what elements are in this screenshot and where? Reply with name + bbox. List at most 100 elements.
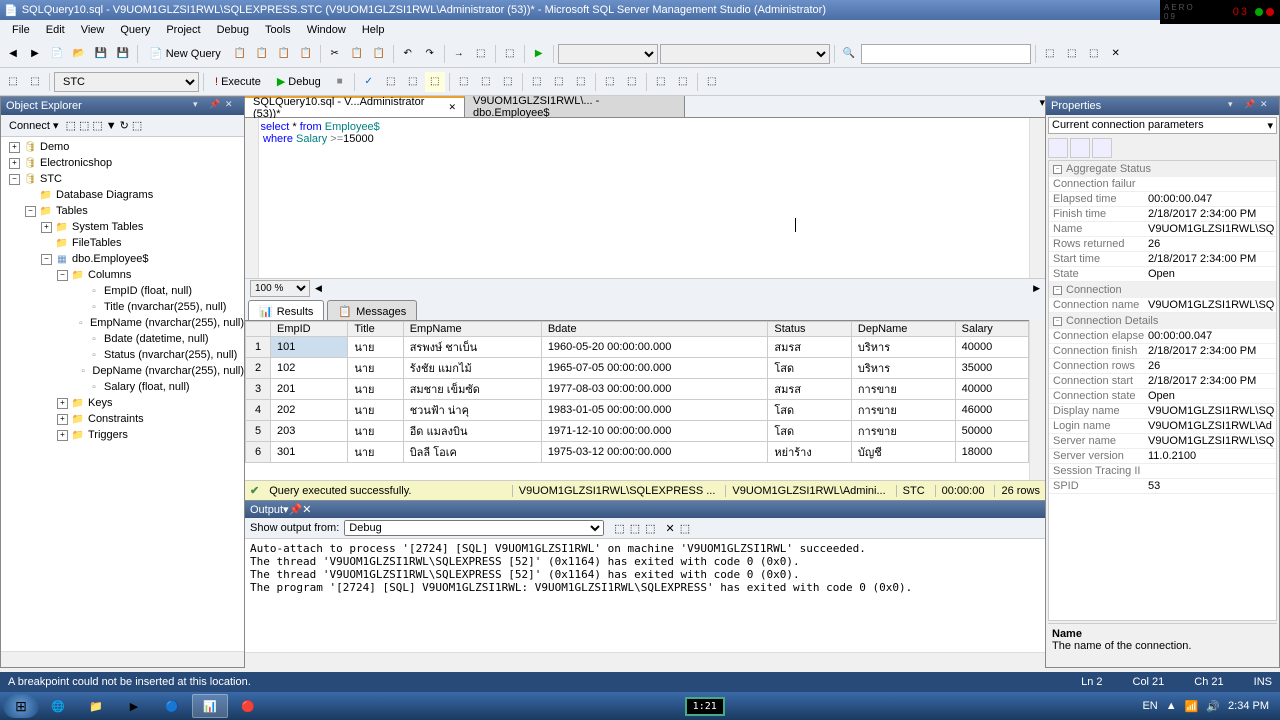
grid-cell[interactable]: 1975-03-12 00:00:00.000 — [541, 442, 768, 463]
tb2-2[interactable]: ⬚ — [25, 72, 45, 92]
grid-cell[interactable]: บริหาร — [851, 337, 955, 358]
tb-icon-1[interactable]: 📋 — [230, 44, 250, 64]
property-row[interactable]: StateOpen — [1049, 267, 1276, 282]
paste-button[interactable]: 📋 — [369, 44, 389, 64]
taskbar-media[interactable]: ▶ — [116, 694, 152, 718]
oe-scrollbar-h[interactable] — [1, 651, 244, 667]
tree-node[interactable]: 📁FileTables — [1, 235, 244, 251]
grid-cell[interactable]: สมรส — [768, 337, 852, 358]
prop-close-icon[interactable]: ✕ — [1260, 99, 1274, 113]
tb2-g[interactable]: ⬚ — [527, 72, 547, 92]
grid-cell[interactable]: การขาย — [851, 421, 955, 442]
database-combo[interactable]: STC — [54, 72, 199, 92]
stop-button[interactable]: ■ — [330, 72, 350, 92]
save-button[interactable]: 💾 — [91, 44, 111, 64]
property-row[interactable]: Session Tracing II — [1049, 464, 1276, 479]
start-button[interactable]: ⊞ — [3, 694, 39, 718]
categorized-icon[interactable] — [1048, 138, 1068, 158]
grid-cell[interactable]: นาย — [348, 379, 403, 400]
grid-cell[interactable]: 6 — [246, 442, 271, 463]
tree-node[interactable]: +📁Constraints — [1, 411, 244, 427]
output-close-icon[interactable]: ✕ — [302, 503, 311, 516]
menu-tools[interactable]: Tools — [257, 22, 299, 38]
grid-cell[interactable]: 2 — [246, 358, 271, 379]
dropdown-icon[interactable]: ▾ — [193, 99, 207, 113]
output-pin-icon[interactable]: 📌 — [289, 503, 303, 516]
table-row[interactable]: 3201นายสมชาย เข็มซัด1977-08-03 00:00:00.… — [246, 379, 1029, 400]
system-tray[interactable]: EN ▲ 📶 🔊 2:34 PM — [1142, 700, 1277, 713]
outdent-btn[interactable]: ⬚ — [622, 72, 642, 92]
properties-grid[interactable]: −Aggregate StatusConnection failurElapse… — [1048, 160, 1277, 621]
tb2-d[interactable]: ⬚ — [454, 72, 474, 92]
property-row[interactable]: Connection finish2/18/2017 2:34:00 PM — [1049, 344, 1276, 359]
filter-icon[interactable]: ▼ — [106, 120, 117, 132]
tray-time[interactable]: 2:34 PM — [1228, 700, 1269, 712]
menu-window[interactable]: Window — [299, 22, 354, 38]
property-row[interactable]: Display nameV9UOM1GLZSI1RWL\SQ — [1049, 404, 1276, 419]
tree-expander[interactable]: − — [57, 270, 68, 281]
grid-cell[interactable]: ชวนฟ้า น่าคุ — [403, 400, 541, 421]
output-text[interactable]: Auto-attach to process '[2724] [SQL] V9U… — [245, 539, 1045, 652]
property-row[interactable]: Connection start2/18/2017 2:34:00 PM — [1049, 374, 1276, 389]
tree-expander[interactable]: + — [9, 142, 20, 153]
table-row[interactable]: 6301นายบิลลี โอเค1975-03-12 00:00:00.000… — [246, 442, 1029, 463]
taskbar-ssms[interactable]: 📊 — [192, 694, 228, 718]
tb-r3[interactable]: ⬚ — [1084, 44, 1104, 64]
taskbar-explorer[interactable]: 📁 — [78, 694, 114, 718]
tree-node[interactable]: −📁Tables — [1, 203, 244, 219]
property-value[interactable]: 2/18/2017 2:34:00 PM — [1144, 252, 1276, 266]
find-input[interactable] — [861, 44, 1031, 64]
grid-header[interactable]: Salary — [955, 322, 1028, 337]
grid-cell[interactable]: 50000 — [955, 421, 1028, 442]
grid-cell[interactable]: 3 — [246, 379, 271, 400]
execute-button[interactable]: ! Execute — [208, 73, 268, 91]
tree-node[interactable]: −📁Columns — [1, 267, 244, 283]
out-btn-5[interactable]: ⬚ — [680, 522, 690, 535]
tree-node[interactable]: ▫Bdate (datetime, null) — [1, 331, 244, 347]
parse-button[interactable]: ✓ — [359, 72, 379, 92]
grid-cell[interactable]: 35000 — [955, 358, 1028, 379]
tb-r2[interactable]: ⬚ — [1062, 44, 1082, 64]
tb2-e[interactable]: ⬚ — [476, 72, 496, 92]
open-button[interactable]: 📂 — [69, 44, 89, 64]
grid-cell[interactable]: 40000 — [955, 337, 1028, 358]
grid-cell[interactable]: 1983-01-05 00:00:00.000 — [541, 400, 768, 421]
property-value[interactable]: 26 — [1144, 237, 1276, 251]
grid-cell[interactable]: 40000 — [955, 379, 1028, 400]
tb2-z[interactable]: ⬚ — [702, 72, 722, 92]
property-row[interactable]: Connection stateOpen — [1049, 389, 1276, 404]
tree-node[interactable]: +📁System Tables — [1, 219, 244, 235]
menu-help[interactable]: Help — [354, 22, 393, 38]
uncomment-btn[interactable]: ⬚ — [673, 72, 693, 92]
grid-cell[interactable]: 1977-08-03 00:00:00.000 — [541, 379, 768, 400]
table-row[interactable]: 2102นายรังชัย แมกไม้1965-07-05 00:00:00.… — [246, 358, 1029, 379]
grid-cell[interactable]: หย่าร้าง — [768, 442, 852, 463]
property-value[interactable]: V9UOM1GLZSI1RWL\SQ — [1144, 222, 1276, 236]
tb2-i[interactable]: ⬚ — [571, 72, 591, 92]
grid-cell[interactable]: สมชาย เข็มซัด — [403, 379, 541, 400]
grid-cell[interactable]: บิลลี โอเค — [403, 442, 541, 463]
property-category[interactable]: −Aggregate Status — [1049, 161, 1276, 177]
tree-node[interactable]: ▫Title (nvarchar(255), null) — [1, 299, 244, 315]
sql-editor[interactable]: ⊟select * from Employee$ where Salary >=… — [245, 118, 1029, 278]
tb2-b[interactable]: ⬚ — [403, 72, 423, 92]
table-row[interactable]: 4202นายชวนฟ้า น่าคุ1983-01-05 00:00:00.0… — [246, 400, 1029, 421]
property-value[interactable]: V9UOM1GLZSI1RWL\SQ — [1144, 404, 1276, 418]
property-row[interactable]: Server nameV9UOM1GLZSI1RWL\SQ — [1049, 434, 1276, 449]
back-button[interactable]: ◀ — [3, 44, 23, 64]
grid-header[interactable]: EmpID — [271, 322, 348, 337]
property-value[interactable]: 2/18/2017 2:34:00 PM — [1144, 374, 1276, 388]
oe-btn-1[interactable]: ⬚ — [66, 119, 76, 132]
out-btn-1[interactable]: ⬚ — [614, 522, 624, 535]
property-value[interactable]: V9UOM1GLZSI1RWL\SQ — [1144, 298, 1276, 312]
cut-button[interactable]: ✂ — [325, 44, 345, 64]
property-row[interactable]: Connection failur — [1049, 177, 1276, 192]
redo-button[interactable]: ↷ — [420, 44, 440, 64]
zoom-combo[interactable]: 100 % — [250, 280, 310, 297]
tb-misc-1[interactable]: ⬚ — [500, 44, 520, 64]
out-btn-2[interactable]: ⬚ — [630, 522, 640, 535]
tree-node[interactable]: ▫Status (nvarchar(255), null) — [1, 347, 244, 363]
grid-cell[interactable]: นาย — [348, 337, 403, 358]
tree-node[interactable]: +📁Triggers — [1, 427, 244, 443]
grid-cell[interactable]: นาย — [348, 421, 403, 442]
